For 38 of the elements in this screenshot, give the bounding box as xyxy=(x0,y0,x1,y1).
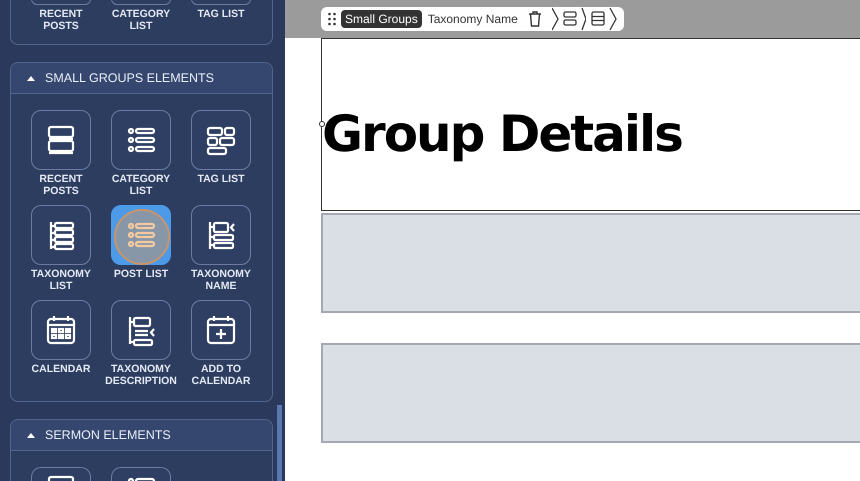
drag-handle-icon[interactable] xyxy=(327,12,337,26)
heading-block[interactable]: Group Details xyxy=(321,38,860,211)
rows-icon[interactable] xyxy=(552,7,586,31)
tile-label: RECENT POSTS xyxy=(38,173,84,197)
tile-label: TAG LIST xyxy=(197,173,245,185)
trash-icon[interactable] xyxy=(528,11,542,27)
tile-edge[interactable] xyxy=(111,0,171,5)
tile-label: TAXONOMY NAME xyxy=(190,268,252,292)
element-tile[interactable] xyxy=(111,467,171,481)
tile-edge[interactable] xyxy=(31,0,91,5)
tile-label: TAXONOMY LIST xyxy=(30,268,92,292)
element-tile[interactable] xyxy=(31,300,91,360)
panel-title: SERMON ELEMENTS xyxy=(45,428,171,442)
panel-header[interactable]: SMALL GROUPS ELEMENTS xyxy=(11,63,272,94)
panel-header[interactable]: SERMON ELEMENTS xyxy=(11,420,272,451)
element-tile[interactable] xyxy=(31,205,91,265)
tile-label: TAXONOMY DESCRIPTION xyxy=(104,363,178,387)
tile-label: CATEGORY LIST xyxy=(110,8,172,32)
tile-label: POST LIST xyxy=(114,268,168,280)
block-name: Taxonomy Name xyxy=(426,12,519,26)
element-tile[interactable] xyxy=(191,300,251,360)
element-tile[interactable] xyxy=(111,110,171,170)
tile-edge[interactable] xyxy=(191,0,251,5)
element-tile[interactable] xyxy=(111,300,171,360)
page-heading: Group Details xyxy=(322,104,682,162)
element-tile[interactable] xyxy=(111,205,171,265)
element-tile[interactable] xyxy=(31,110,91,170)
tile-label: TAG LIST xyxy=(197,8,245,20)
element-tile[interactable] xyxy=(191,110,251,170)
tile-label: CALENDAR xyxy=(32,363,90,375)
scrollbar[interactable] xyxy=(277,405,282,481)
block-badge: Small Groups xyxy=(341,10,422,28)
element-tile[interactable] xyxy=(191,205,251,265)
tile-label: ADD TO CALENDAR xyxy=(190,363,252,387)
panel-title: SMALL GROUPS ELEMENTS xyxy=(45,71,214,85)
element-tile[interactable] xyxy=(31,467,91,481)
tile-label: CATEGORY LIST xyxy=(110,173,172,197)
tile-label: RECENT POSTS xyxy=(38,8,84,32)
